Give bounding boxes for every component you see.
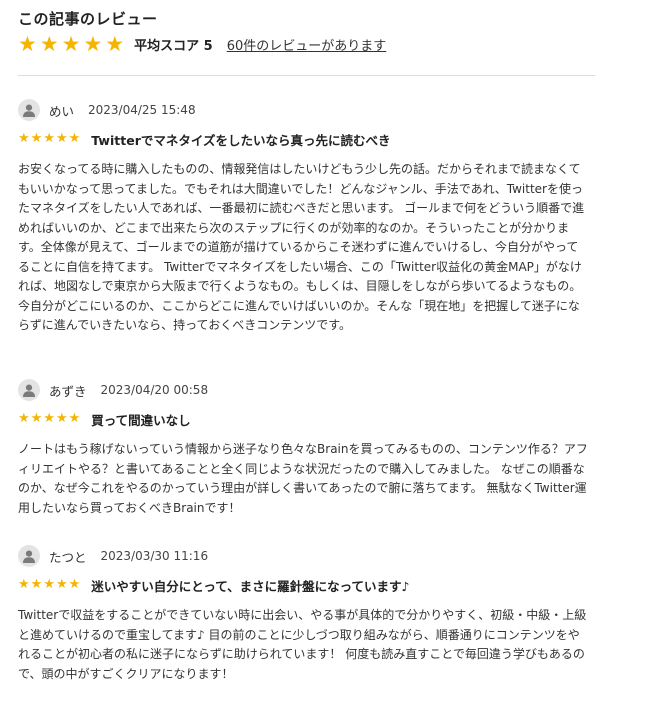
rating-summary: ★ ★ ★ ★ ★ 平均スコア 5 60件のレビューがあります bbox=[18, 33, 386, 55]
divider bbox=[18, 75, 595, 76]
star-icon: ★ bbox=[68, 577, 81, 592]
avatar-icon bbox=[18, 545, 40, 567]
star-icon: ★ bbox=[43, 411, 55, 426]
review-title: 迷いやすい自分にとって、まさに羅針盤になっています♪ bbox=[91, 578, 410, 594]
star-icon: ★ bbox=[43, 577, 55, 592]
star-icon: ★ bbox=[18, 32, 37, 56]
star-icon: ★ bbox=[55, 131, 68, 146]
review-item: たつと 2023/03/30 11:16 ★ ★ ★ ★ ★ 迷いやすい自分にと… bbox=[18, 545, 593, 684]
avatar-icon bbox=[18, 99, 40, 121]
review-date: 2023/04/25 15:48 bbox=[88, 103, 196, 117]
star-icon: ★ bbox=[83, 32, 103, 56]
review-star-rating: ★ ★ ★ ★ ★ bbox=[18, 578, 80, 592]
review-star-rating: ★ ★ ★ ★ ★ bbox=[18, 412, 80, 426]
reviewer-name: めい bbox=[49, 103, 75, 119]
review-date: 2023/04/20 00:58 bbox=[100, 383, 209, 397]
average-score: 平均スコア 5 bbox=[134, 38, 213, 54]
review-count-link[interactable]: 60件のレビューがあります bbox=[227, 35, 387, 54]
review-title: 買って間違いなし bbox=[91, 412, 191, 428]
star-icon: ★ bbox=[105, 32, 125, 56]
star-icon: ★ bbox=[55, 411, 68, 426]
star-icon: ★ bbox=[61, 32, 81, 56]
review-body: Twitterで収益をすることができていない時に出会い、やる事が具体的で分かりや… bbox=[18, 608, 587, 681]
review-title-row: ★ ★ ★ ★ ★ 迷いやすい自分にとって、まさに羅針盤になっています♪ bbox=[18, 576, 593, 594]
review-header: めい 2023/04/25 15:48 bbox=[18, 99, 593, 121]
star-icon: ★ bbox=[43, 131, 55, 146]
review-header: あずき 2023/04/20 00:58 bbox=[18, 379, 593, 401]
star-icon: ★ bbox=[68, 131, 81, 146]
review-body: ノートはもう稼げないっていう情報から迷子なり色々なBrainを買ってみるものの、… bbox=[18, 442, 588, 515]
star-icon: ★ bbox=[30, 131, 43, 146]
review-item: あずき 2023/04/20 00:58 ★ ★ ★ ★ ★ 買って間違いなし … bbox=[18, 379, 593, 518]
average-star-rating: ★ ★ ★ ★ ★ bbox=[18, 33, 124, 55]
review-title-row: ★ ★ ★ ★ ★ 買って間違いなし bbox=[18, 410, 593, 428]
review-header: たつと 2023/03/30 11:16 bbox=[18, 545, 593, 567]
reviewer-name: あずき bbox=[49, 383, 87, 399]
review-date: 2023/03/30 11:16 bbox=[100, 549, 209, 563]
reviewer-name: たつと bbox=[49, 549, 87, 565]
review-item: めい 2023/04/25 15:48 ★ ★ ★ ★ ★ Twitterでマネ… bbox=[18, 99, 593, 336]
star-icon: ★ bbox=[18, 577, 30, 592]
review-title-row: ★ ★ ★ ★ ★ Twitterでマネタイズをしたいなら真っ先に読むべき bbox=[18, 130, 593, 148]
review-star-rating: ★ ★ ★ ★ ★ bbox=[18, 132, 80, 146]
star-icon: ★ bbox=[18, 411, 30, 426]
star-icon: ★ bbox=[30, 577, 43, 592]
avatar-icon bbox=[18, 379, 40, 401]
review-title: Twitterでマネタイズをしたいなら真っ先に読むべき bbox=[91, 132, 391, 148]
star-icon: ★ bbox=[39, 32, 59, 56]
star-icon: ★ bbox=[68, 411, 81, 426]
star-icon: ★ bbox=[55, 577, 68, 592]
star-icon: ★ bbox=[18, 131, 30, 146]
section-title: この記事のレビュー bbox=[18, 10, 158, 28]
review-body: お安くなってる時に購入したものの、情報発信はしたいけどもう少し先の話。だからそれ… bbox=[18, 162, 585, 332]
star-icon: ★ bbox=[30, 411, 43, 426]
